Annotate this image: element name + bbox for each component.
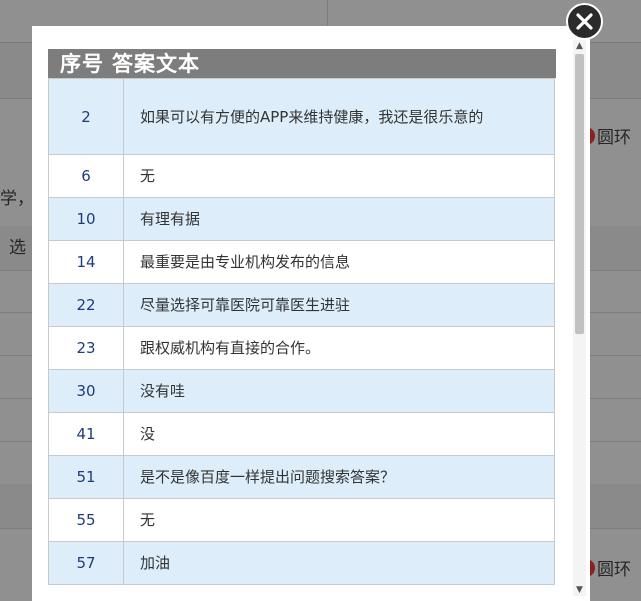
close-icon <box>576 13 593 30</box>
row-answer-text: 无 <box>123 498 555 542</box>
row-index: 23 <box>48 326 124 370</box>
table-row: 6无 <box>48 154 555 198</box>
table-row: 14 最重要是由专业机构发布的信息 <box>48 240 555 284</box>
background-text: 学， <box>0 189 34 209</box>
row-answer-text: 如果可以有方便的APP来维持健康，我还是很乐意的 <box>123 78 555 155</box>
row-index: 14 <box>48 240 124 284</box>
table-row: 22 尽量选择可靠医院可靠医生进驻 <box>48 283 555 327</box>
close-button[interactable] <box>566 3 603 40</box>
row-index: 22 <box>48 283 124 327</box>
row-answer-text: 有理有据 <box>123 197 555 241</box>
background-text: 选 <box>9 238 26 258</box>
answer-text-modal: 序号 答案文本 2 如果可以有方便的APP来维持健康，我还是很乐意的 6 无 10 有理有据… <box>32 26 590 601</box>
header-index: 序号 <box>60 51 104 76</box>
table-row: 41 没 <box>48 412 555 456</box>
background-ring-option: 圆环 <box>585 123 631 148</box>
row-answer-text: 加油 <box>123 541 555 585</box>
row-answer-text: 跟权威机构有直接的合作。 <box>123 326 555 370</box>
row-answer-text: 是不是像百度一样提出问题搜索答案？ <box>123 455 555 499</box>
table-row: 55 无 <box>48 498 555 542</box>
scroll-up-arrow-icon[interactable]: ▲ <box>573 40 586 52</box>
row-answer-text: 尽量选择可靠医院可靠医生进驻 <box>123 283 555 327</box>
answer-table-body: 2 如果可以有方便的APP来维持健康，我还是很乐意的 6 无 10 有理有据 14 最重要是由… <box>48 78 555 585</box>
table-row: 10 有理有据 <box>48 197 555 241</box>
table-row: 30 没有哇 <box>48 369 555 413</box>
row-index: 57 <box>48 541 124 585</box>
scroll-down-arrow-icon[interactable]: ▼ <box>573 584 586 596</box>
row-index: 55 <box>48 498 124 542</box>
row-answer-text: 没有哇 <box>123 369 555 413</box>
row-answer-text: 最重要是由专业机构发布的信息 <box>123 240 555 284</box>
row-index: 41 <box>48 412 124 456</box>
row-index: 6 <box>48 154 124 198</box>
row-answer-text: 无 <box>123 154 555 198</box>
header-answer-text: 答案文本 <box>112 51 200 76</box>
table-row: 2 如果可以有方便的APP来维持健康，我还是很乐意的 <box>48 78 555 155</box>
row-index: 51 <box>48 455 124 499</box>
vertical-scrollbar[interactable]: ▲ ▼ <box>573 40 586 596</box>
table-row: 23 跟权威机构有直接的合作。 <box>48 326 555 370</box>
table-row: 51 是不是像百度一样提出问题搜索答案？ <box>48 455 555 499</box>
row-answer-text: 没 <box>123 412 555 456</box>
row-index: 2 <box>48 78 124 155</box>
row-index: 10 <box>48 197 124 241</box>
table-row: 57 加油 <box>48 541 555 585</box>
background-ring-option: 圆环 <box>585 555 631 580</box>
answer-table: 序号 答案文本 2 如果可以有方便的APP来维持健康，我还是很乐意的 6 无 10 有理有据… <box>48 49 556 585</box>
table-header: 序号 答案文本 <box>48 49 556 78</box>
ring-label: 圆环 <box>597 128 631 148</box>
ring-label: 圆环 <box>597 560 631 580</box>
row-index: 30 <box>48 369 124 413</box>
scrollbar-thumb[interactable] <box>575 54 584 334</box>
